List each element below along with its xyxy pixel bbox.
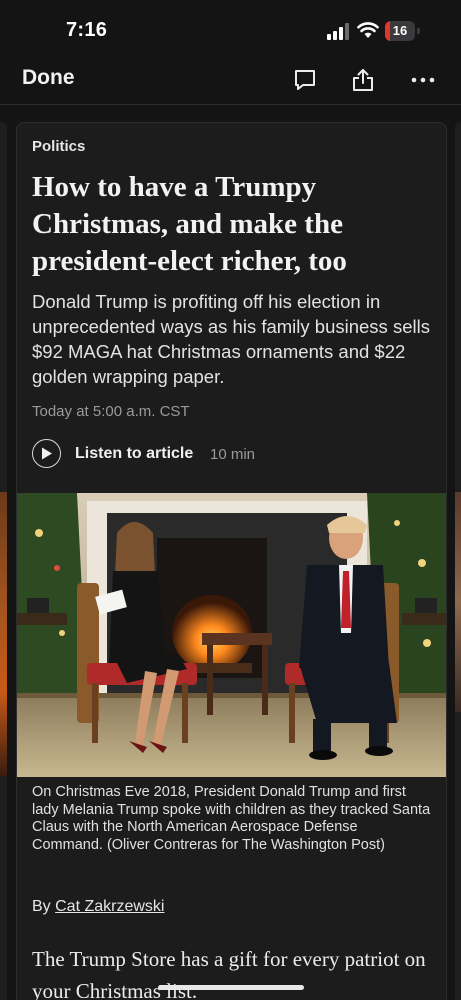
photo-caption: On Christmas Eve 2018, President Donald … xyxy=(32,784,431,853)
article-headline: How to have a Trumpy Christmas, and make… xyxy=(32,171,347,277)
status-bar: 7:16 16 xyxy=(0,0,461,60)
done-button[interactable]: Done xyxy=(22,66,75,90)
comment-icon[interactable] xyxy=(292,67,318,93)
photo-scene xyxy=(17,493,446,777)
next-article-card[interactable] xyxy=(455,122,461,1000)
article-card: Politics How to have a Trumpy Christmas,… xyxy=(16,122,447,1000)
article-body: The Trump Store has a gift for every pat… xyxy=(32,947,426,1000)
listen-duration: 10 min xyxy=(210,446,256,463)
article-screen: 7:16 16 Done Politics How to have a Trum… xyxy=(0,0,461,1000)
cellular-signal-icon xyxy=(327,23,349,40)
wifi-icon xyxy=(357,22,379,38)
status-time: 7:16 xyxy=(66,19,108,41)
byline: By Cat Zakrzewski xyxy=(32,898,164,916)
article-summary: Donald Trump is profiting off his electi… xyxy=(32,291,430,387)
author-link[interactable]: Cat Zakrzewski xyxy=(55,898,164,915)
play-icon[interactable] xyxy=(32,439,61,468)
battery-level: 16 xyxy=(392,23,408,38)
previous-article-card[interactable] xyxy=(0,122,7,1000)
share-icon[interactable] xyxy=(350,67,376,93)
publish-timestamp: Today at 5:00 a.m. CST xyxy=(32,403,190,420)
byline-prefix: By xyxy=(32,898,51,915)
more-options-icon[interactable] xyxy=(410,67,436,93)
battery-indicator: 16 xyxy=(385,21,421,41)
article-photo[interactable] xyxy=(17,493,446,777)
section-label[interactable]: Politics xyxy=(32,138,85,155)
top-navigation-bar: Done xyxy=(0,60,461,105)
home-indicator[interactable] xyxy=(158,985,304,990)
listen-label[interactable]: Listen to article xyxy=(75,445,193,463)
